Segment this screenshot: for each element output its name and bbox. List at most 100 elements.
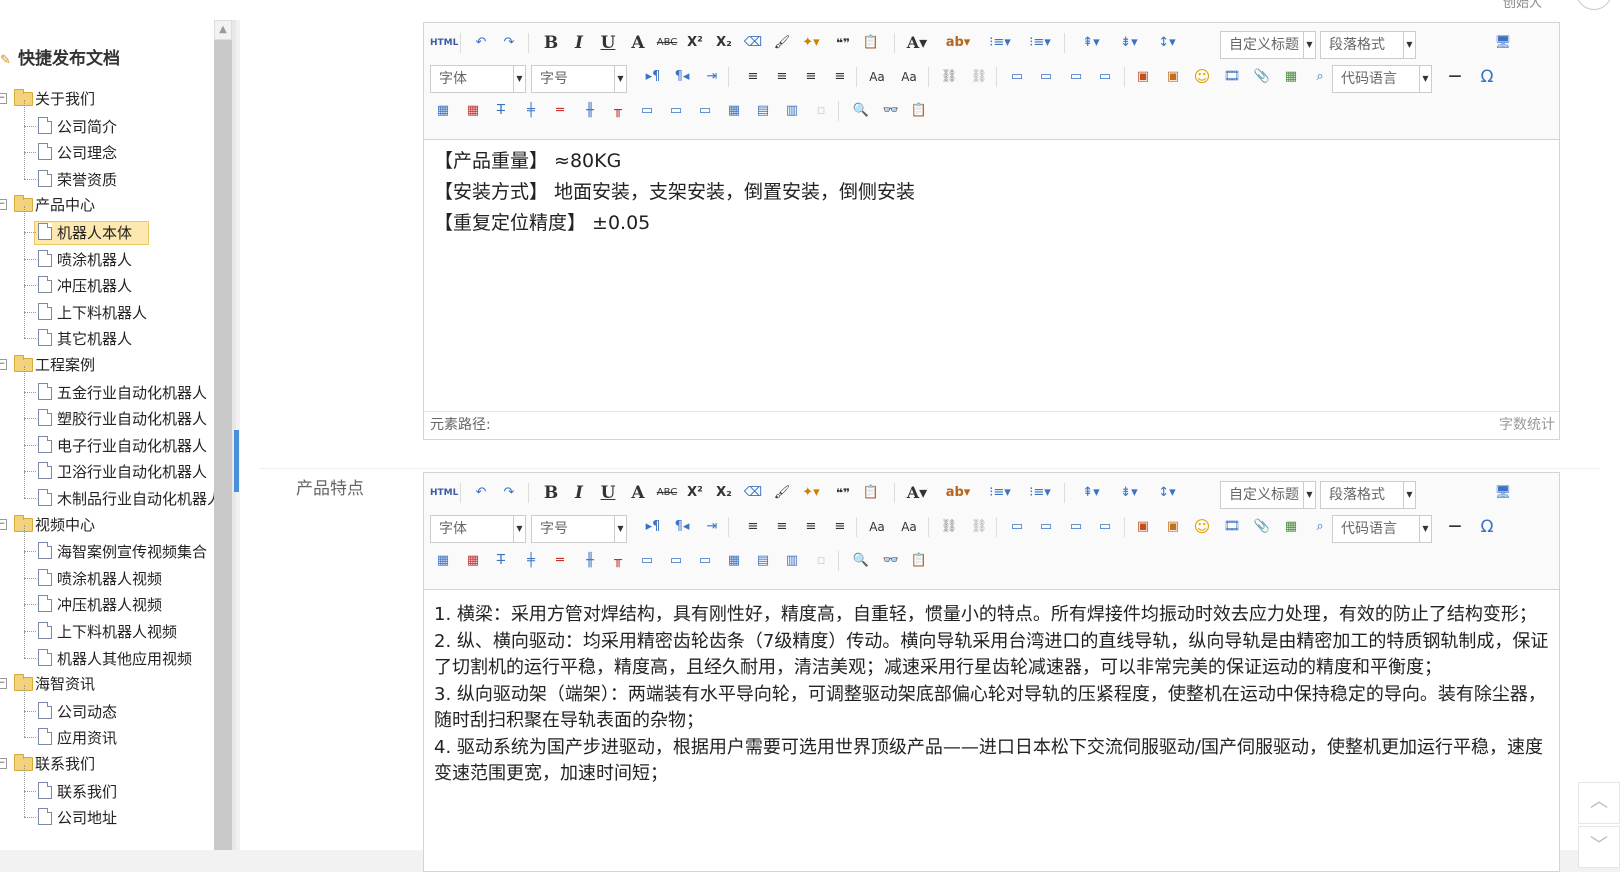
strikethrough-button[interactable]: ABC xyxy=(656,32,678,54)
image-center-icon[interactable]: ▭ xyxy=(1094,516,1116,538)
tree-item[interactable]: 五金行业自动化机器人 xyxy=(0,365,214,405)
row-spacing-bottom-icon[interactable]: ⇟▾ xyxy=(1114,32,1144,54)
tree-item[interactable]: 公司理念 xyxy=(0,126,214,165)
code-language-select[interactable]: 代码语言 ▼ xyxy=(1332,65,1432,93)
undo-icon[interactable]: ↶ xyxy=(470,32,492,54)
tree-item[interactable]: 应用资讯 xyxy=(0,711,214,750)
delete-row-icon[interactable]: ═ xyxy=(549,100,571,122)
avatar[interactable] xyxy=(1576,0,1612,10)
tree-category[interactable]: − 海智资讯 xyxy=(0,671,214,697)
tree-item[interactable]: 机器人其他应用视频 xyxy=(0,631,214,671)
tree-item[interactable]: 联系我们 xyxy=(0,764,214,804)
multi-image-icon[interactable]: ▣ xyxy=(1162,516,1184,538)
lowercase-icon[interactable]: Aa xyxy=(898,516,920,538)
unlink-icon[interactable]: ⛓ xyxy=(968,516,990,538)
align-center-icon[interactable]: ≡ xyxy=(771,516,793,538)
unlink-icon[interactable]: ⛓ xyxy=(968,66,990,88)
preview-icon[interactable]: 🔍 xyxy=(850,550,872,572)
ordered-list-icon[interactable]: ⁝≡▾ xyxy=(984,482,1016,504)
split-cells-icon[interactable]: ▦ xyxy=(723,550,745,572)
format-brush-icon[interactable]: 🖌 xyxy=(771,482,793,504)
merge-cells-icon[interactable]: ▭ xyxy=(636,550,658,572)
highlight-icon[interactable]: ab▾ xyxy=(942,32,974,54)
tree-category[interactable]: − 联系我们 xyxy=(0,751,214,777)
image-left-icon[interactable]: ▭ xyxy=(1035,66,1057,88)
horizontal-rule-button[interactable]: — xyxy=(1444,516,1466,538)
preview-icon[interactable]: 🔍 xyxy=(850,100,872,122)
insert-col-icon[interactable]: ╫ xyxy=(579,100,601,122)
highlight-icon[interactable]: ab▾ xyxy=(942,482,974,504)
split-rows-icon[interactable]: ▤ xyxy=(752,100,774,122)
tree-item[interactable]: 卫浴行业自动化机器人 xyxy=(0,445,214,484)
split-rows-icon[interactable]: ▤ xyxy=(752,550,774,572)
chevron-down-icon[interactable]: ▼ xyxy=(1419,66,1431,92)
strikethrough-button[interactable]: ABC xyxy=(656,482,678,504)
word-count[interactable]: 字数统计 xyxy=(1499,412,1555,439)
print-icon[interactable]: ▫ xyxy=(810,100,832,122)
video-icon[interactable]: 🎞 xyxy=(1221,66,1243,88)
tree-item[interactable]: 公司地址 xyxy=(0,791,214,830)
paragraph-format-select[interactable]: 段落格式 ▼ xyxy=(1320,481,1416,509)
insert-table-icon[interactable]: ▦ xyxy=(432,550,454,572)
tree-category[interactable]: − 视频中心 xyxy=(0,512,214,538)
tree-item[interactable]: 其它机器人 xyxy=(0,312,214,351)
font-color-icon[interactable]: A▾ xyxy=(902,482,932,504)
tree-item[interactable]: 木制品行业自动化机器人 xyxy=(0,472,214,511)
uppercase-icon[interactable]: Aa xyxy=(866,516,888,538)
chevron-down-icon[interactable]: ▼ xyxy=(1403,32,1415,58)
undo-icon[interactable]: ↶ xyxy=(470,482,492,504)
code-language-select[interactable]: 代码语言 ▼ xyxy=(1332,515,1432,543)
chevron-down-icon[interactable]: ▼ xyxy=(614,66,626,92)
align-left-icon[interactable]: ≡ xyxy=(742,66,764,88)
horizontal-rule-button[interactable]: — xyxy=(1444,66,1466,88)
uppercase-icon[interactable]: Aa xyxy=(866,66,888,88)
tree-item[interactable]: 冲压机器人视频 xyxy=(0,578,214,617)
align-right-icon[interactable]: ≡ xyxy=(800,516,822,538)
tree-item[interactable]: 上下料机器人 xyxy=(0,285,214,325)
row-spacing-bottom-icon[interactable]: ⇟▾ xyxy=(1114,482,1144,504)
lowercase-icon[interactable]: Aa xyxy=(898,66,920,88)
scroll-up-icon[interactable]: ▲ xyxy=(214,20,232,40)
chevron-down-icon[interactable]: ▼ xyxy=(1303,32,1315,58)
image-left-icon[interactable]: ▭ xyxy=(1035,516,1057,538)
insert-row-icon[interactable]: ╪ xyxy=(520,100,542,122)
delete-table-icon[interactable]: ▦ xyxy=(462,550,484,572)
print-icon[interactable]: ▫ xyxy=(810,550,832,572)
italic-button[interactable]: I xyxy=(568,32,590,54)
blockquote-button[interactable]: ❝❞ xyxy=(832,482,854,504)
unordered-list-icon[interactable]: ⁝≡▾ xyxy=(1024,482,1056,504)
collapse-icon[interactable]: − xyxy=(0,518,7,530)
blockquote-button[interactable]: ❝❞ xyxy=(832,32,854,54)
font-border-button[interactable]: A xyxy=(627,32,649,54)
rtl-icon[interactable]: ¶◂ xyxy=(671,516,693,538)
tree-item[interactable]: 公司动态 xyxy=(0,684,214,724)
fullscreen-icon[interactable]: 🖥 xyxy=(1492,32,1514,54)
bold-button[interactable]: B xyxy=(540,32,562,54)
rtl-icon[interactable]: ¶◂ xyxy=(671,66,693,88)
redo-icon[interactable]: ↷ xyxy=(498,32,520,54)
chevron-down-icon[interactable]: ▼ xyxy=(1403,482,1415,508)
split-cols-icon[interactable]: ▥ xyxy=(781,550,803,572)
chevron-down-icon[interactable]: ▼ xyxy=(1419,516,1431,542)
html-source-button[interactable]: HTML xyxy=(430,32,458,54)
split-cols-icon[interactable]: ▥ xyxy=(781,100,803,122)
delete-col-icon[interactable]: ╥ xyxy=(607,550,629,572)
collapse-icon[interactable]: − xyxy=(0,678,7,690)
line-height-icon[interactable]: ↕▾ xyxy=(1152,32,1182,54)
underline-button[interactable]: U xyxy=(597,32,619,54)
table-title-icon[interactable]: T̶ xyxy=(490,100,512,122)
search-replace-icon[interactable]: 👓 xyxy=(880,550,902,572)
drafts-icon[interactable]: 📋 xyxy=(908,550,930,572)
image-right-icon[interactable]: ▭ xyxy=(1065,66,1087,88)
page-scroll-thumb[interactable] xyxy=(234,430,239,492)
fullscreen-icon[interactable]: 🖥 xyxy=(1492,482,1514,504)
underline-button[interactable]: U xyxy=(597,482,619,504)
insert-image-icon[interactable]: ▣ xyxy=(1132,66,1154,88)
collapse-icon[interactable]: − xyxy=(0,359,7,370)
font-size-select[interactable]: 字号 ▼ xyxy=(531,65,627,93)
tree-category[interactable]: − 工程案例 xyxy=(0,352,214,378)
collapse-icon[interactable]: − xyxy=(0,758,7,769)
scroll-down-icon[interactable]: ﹀ xyxy=(1578,826,1620,868)
image-center-icon[interactable]: ▭ xyxy=(1094,66,1116,88)
collapse-icon[interactable]: − xyxy=(0,199,7,211)
